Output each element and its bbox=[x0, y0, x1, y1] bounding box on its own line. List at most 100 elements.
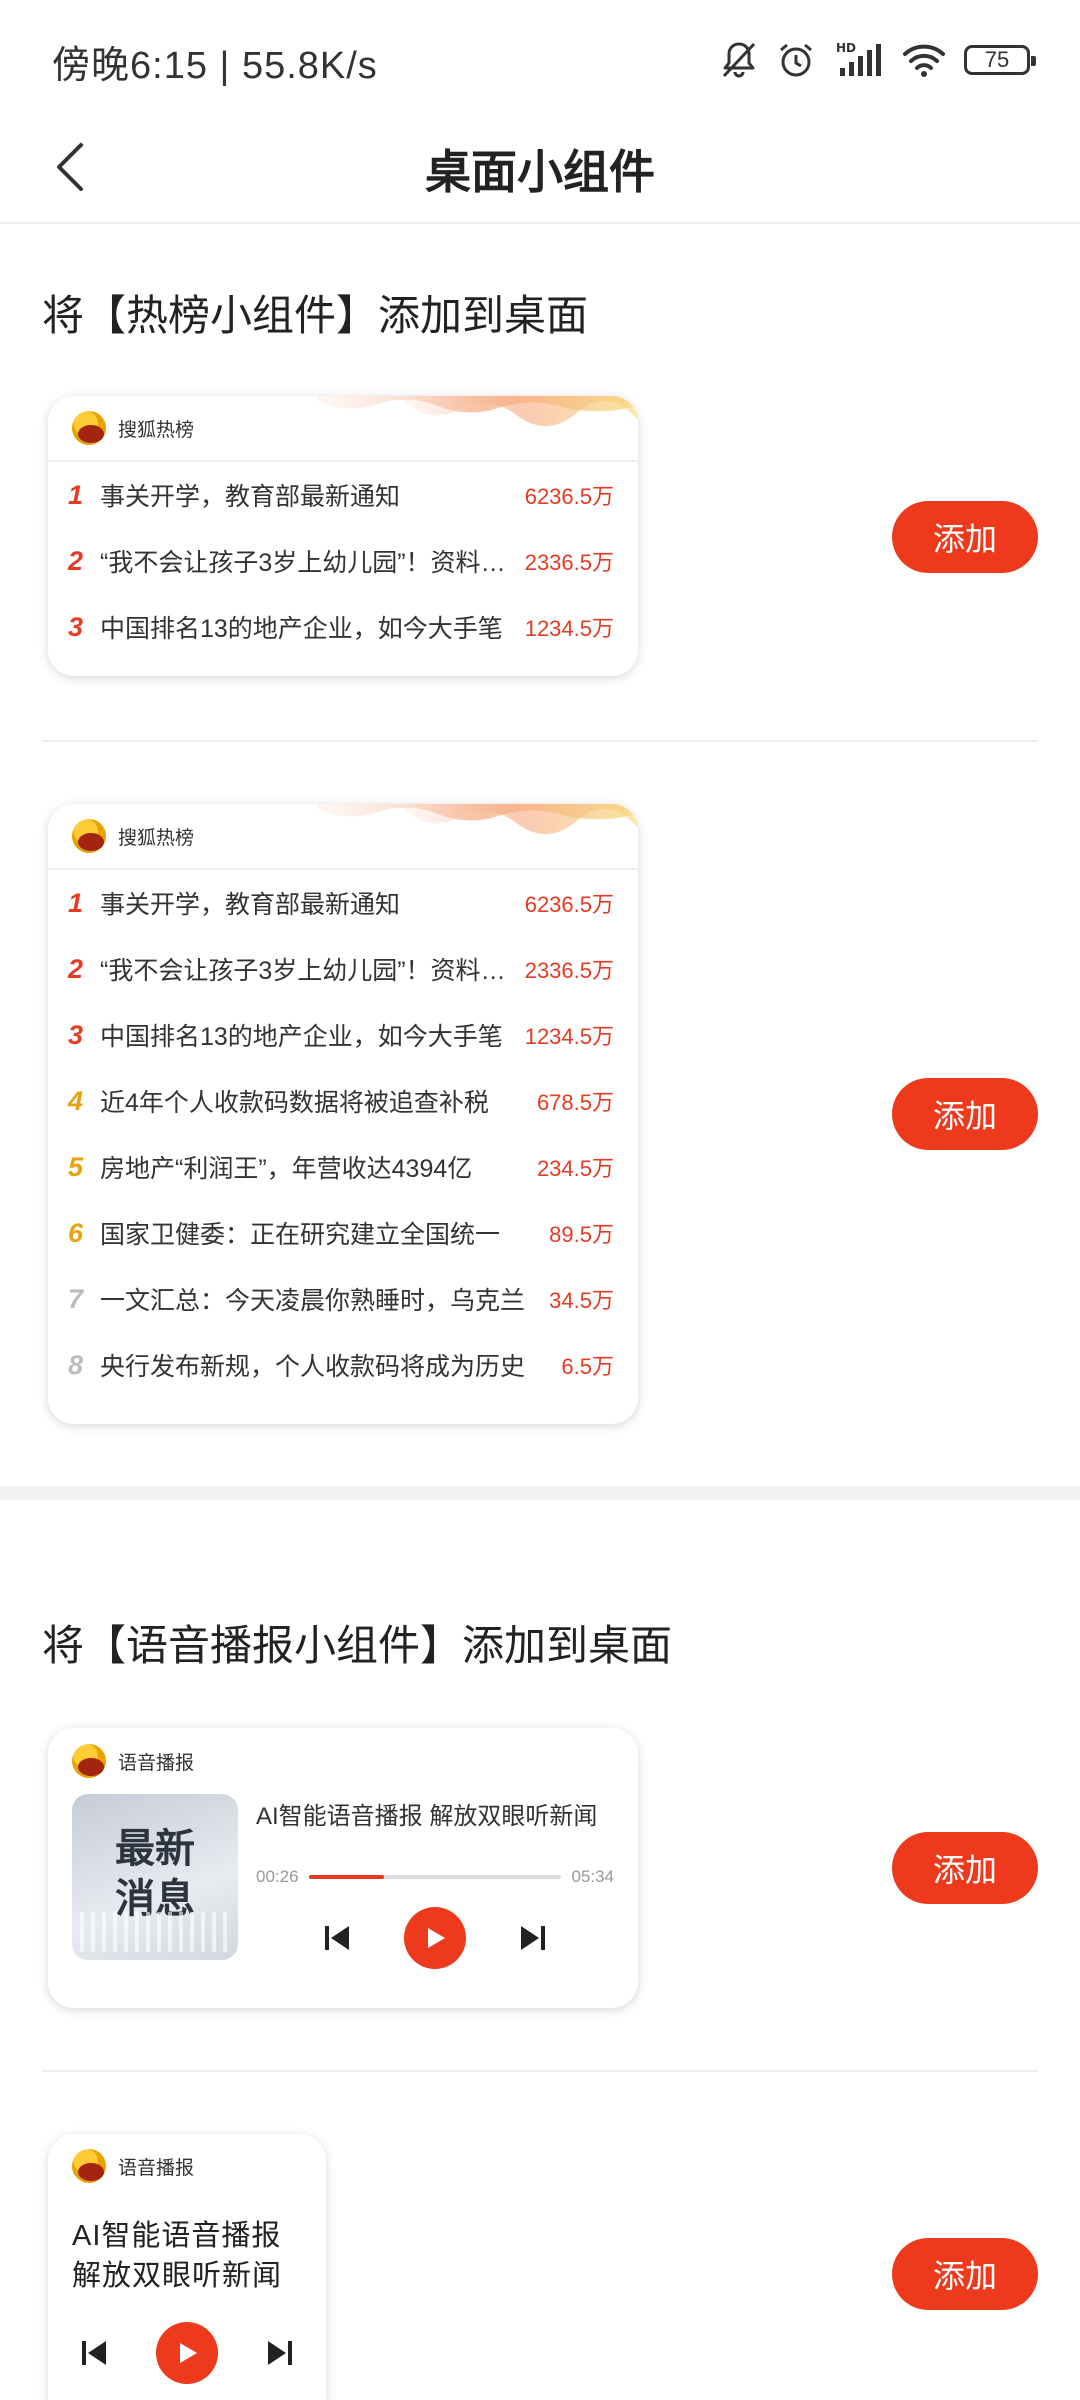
skip-next-icon bbox=[268, 2341, 292, 2365]
news-cover-image: 最新 消息 bbox=[72, 1794, 238, 1960]
divider bbox=[42, 2070, 1038, 2072]
sohu-logo-icon bbox=[72, 411, 106, 445]
rank-title: 房地产“利润王”，年营收达4394亿 bbox=[100, 1155, 473, 1183]
nav-bar: 桌面小组件 bbox=[0, 110, 1080, 224]
hot-list-item[interactable]: 2 “我不会让孩子3岁上幼儿园”！资料显示 2336.5万 bbox=[68, 936, 614, 1002]
play-button[interactable] bbox=[156, 2322, 218, 2384]
hd-signal-icon: HD bbox=[836, 41, 881, 76]
next-button[interactable] bbox=[256, 2329, 304, 2377]
hot-list-item[interactable]: 8 央行发布新规，个人收款码将成为历史 6.5万 bbox=[68, 1332, 614, 1398]
audio-widget-small[interactable]: 语音播报 AI智能语音播报 解放双眼听新闻 bbox=[48, 2134, 326, 2400]
svg-text:HD: HD bbox=[836, 41, 856, 55]
play-icon bbox=[180, 2343, 197, 2363]
player-controls bbox=[256, 1907, 614, 1969]
status-time: 傍晚6:15 | 55.8K/s bbox=[52, 45, 378, 87]
rank-title: 事关开学，教育部最新通知 bbox=[100, 483, 401, 511]
previous-button[interactable] bbox=[313, 1914, 361, 1962]
bell-muted-icon bbox=[722, 42, 756, 78]
play-icon bbox=[427, 1928, 445, 1948]
wave-decoration bbox=[318, 804, 638, 835]
hot-section-title: 将【热榜小组件】添加到桌面 bbox=[42, 292, 589, 339]
page-title: 桌面小组件 bbox=[425, 146, 655, 198]
sound-wave-decoration bbox=[80, 1912, 230, 1952]
status-bar: 傍晚6:15 | 55.8K/s HD 75 bbox=[0, 0, 1080, 110]
rank-heat: 34.5万 bbox=[549, 1288, 614, 1313]
audio-headline: AI智能语音播报 解放双眼听新闻 bbox=[256, 1803, 598, 1830]
audio-right: AI智能语音播报 解放双眼听新闻 00:26 05:34 bbox=[238, 1794, 614, 1969]
rank-number: 2 bbox=[68, 953, 84, 984]
rank-number: 6 bbox=[68, 1217, 84, 1248]
alarm-icon bbox=[780, 43, 812, 77]
previous-button[interactable] bbox=[70, 2329, 118, 2377]
rank-heat: 6.5万 bbox=[561, 1354, 614, 1379]
hot-list-item[interactable]: 5 房地产“利润王”，年营收达4394亿 234.5万 bbox=[68, 1134, 614, 1200]
rank-number: 3 bbox=[68, 611, 84, 642]
rank-number: 1 bbox=[68, 887, 84, 918]
rank-title: 事关开学，教育部最新通知 bbox=[100, 891, 401, 919]
rank-heat: 6236.5万 bbox=[524, 484, 614, 509]
status-icons: HD 75 bbox=[720, 36, 1036, 84]
rank-title: 国家卫健委：正在研究建立全国统一 bbox=[100, 1221, 501, 1249]
card-header: 语音播报 bbox=[48, 1728, 638, 1794]
small-headline-line-2: 解放双眼听新闻 bbox=[72, 2260, 283, 2292]
add-audio-large-button[interactable]: 添加 bbox=[892, 1832, 1038, 1904]
cover-text-line-1: 最新 bbox=[115, 1827, 195, 1871]
rank-number: 7 bbox=[68, 1283, 84, 1314]
hot-list-item[interactable]: 7 一文汇总：今天凌晨你熟睡时，乌克兰 34.5万 bbox=[68, 1266, 614, 1332]
current-time: 00:26 bbox=[256, 1867, 299, 1886]
sohu-logo-icon bbox=[72, 2149, 106, 2183]
rank-number: 1 bbox=[68, 479, 84, 510]
rank-title: “我不会让孩子3岁上幼儿园”！资料显示 bbox=[100, 957, 525, 985]
hot-list-item[interactable]: 2 “我不会让孩子3岁上幼儿园”！资料显示 2336.5万 bbox=[68, 528, 614, 594]
hot-list-large: 1 事关开学，教育部最新通知 6236.5万 2 “我不会让孩子3岁上幼儿园”！资料显示… bbox=[48, 870, 638, 1398]
rank-heat: 678.5万 bbox=[536, 1090, 614, 1115]
audio-section-title: 将【语音播报小组件】添加到桌面 bbox=[42, 1622, 673, 1669]
add-hot-large-button[interactable]: 添加 bbox=[892, 1078, 1038, 1150]
rank-heat: 89.5万 bbox=[549, 1222, 614, 1247]
battery-icon: 75 bbox=[964, 45, 1036, 75]
rank-number: 8 bbox=[68, 1349, 84, 1380]
cover-text: 最新 消息 bbox=[72, 1824, 238, 1924]
rank-heat: 6236.5万 bbox=[524, 892, 614, 917]
card-brand: 搜狐热榜 bbox=[118, 419, 195, 441]
rank-heat: 1234.5万 bbox=[524, 616, 614, 641]
rank-title: “我不会让孩子3岁上幼儿园”！资料显示 bbox=[100, 549, 525, 577]
rank-heat: 1234.5万 bbox=[524, 1024, 614, 1049]
card-brand: 搜狐热榜 bbox=[118, 827, 195, 849]
rank-number: 5 bbox=[68, 1151, 84, 1182]
next-button[interactable] bbox=[509, 1914, 557, 1962]
hot-list-small: 1 事关开学，教育部最新通知 6236.5万 2 “我不会让孩子3岁上幼儿园”！资料显示… bbox=[48, 462, 638, 660]
add-audio-small-button[interactable]: 添加 bbox=[892, 2238, 1038, 2310]
rank-number: 3 bbox=[68, 1019, 84, 1050]
card-brand: 语音播报 bbox=[118, 1752, 195, 1774]
card-brand: 语音播报 bbox=[118, 2157, 195, 2179]
hot-list-item[interactable]: 1 事关开学，教育部最新通知 6236.5万 bbox=[68, 870, 614, 936]
hot-list-item[interactable]: 3 中国排名13的地产企业，如今大手笔 1234.5万 bbox=[68, 1002, 614, 1068]
progress-row: 00:26 05:34 bbox=[256, 1867, 614, 1887]
rank-heat: 2336.5万 bbox=[524, 958, 614, 983]
add-hot-small-button[interactable]: 添加 bbox=[892, 501, 1038, 573]
skip-previous-icon bbox=[325, 1926, 350, 1950]
hot-list-item[interactable]: 1 事关开学，教育部最新通知 6236.5万 bbox=[68, 462, 614, 528]
card-header: 搜狐热榜 bbox=[48, 804, 638, 870]
rank-heat: 2336.5万 bbox=[524, 550, 614, 575]
hot-list-item[interactable]: 6 国家卫健委：正在研究建立全国统一 89.5万 bbox=[68, 1200, 614, 1266]
rank-title: 近4年个人收款码数据将被追查补税 bbox=[100, 1089, 489, 1117]
sohu-logo-icon bbox=[72, 1744, 106, 1778]
play-button[interactable] bbox=[403, 1907, 466, 1969]
hot-list-item[interactable]: 4 近4年个人收款码数据将被追查补税 678.5万 bbox=[68, 1068, 614, 1134]
audio-widget-large[interactable]: 语音播报 最新 消息 AI智能语音播报 解放双眼听新闻 00:26 05:34 bbox=[48, 1728, 638, 2008]
rank-title: 中国排名13的地产企业，如今大手笔 bbox=[100, 1023, 503, 1051]
hot-list-item[interactable]: 3 中国排名13的地产企业，如今大手笔 1234.5万 bbox=[68, 594, 614, 660]
card-header: 语音播报 bbox=[48, 2134, 326, 2198]
hot-widget-small[interactable]: 搜狐热榜 1 事关开学，教育部最新通知 6236.5万 2 “我不会让孩子3岁上幼儿园”… bbox=[48, 396, 638, 676]
section-divider bbox=[0, 1486, 1080, 1500]
skip-next-icon bbox=[520, 1926, 545, 1950]
rank-title: 中国排名13的地产企业，如今大手笔 bbox=[100, 615, 503, 643]
progress-bar[interactable] bbox=[308, 1875, 562, 1879]
progress-fill bbox=[308, 1875, 385, 1879]
wifi-icon bbox=[903, 44, 945, 77]
hot-widget-large[interactable]: 搜狐热榜 1 事关开学，教育部最新通知 6236.5万 2 “我不会让孩子3岁上幼儿园”… bbox=[48, 804, 638, 1424]
rank-number: 4 bbox=[68, 1085, 84, 1116]
sohu-logo-icon bbox=[72, 819, 106, 853]
